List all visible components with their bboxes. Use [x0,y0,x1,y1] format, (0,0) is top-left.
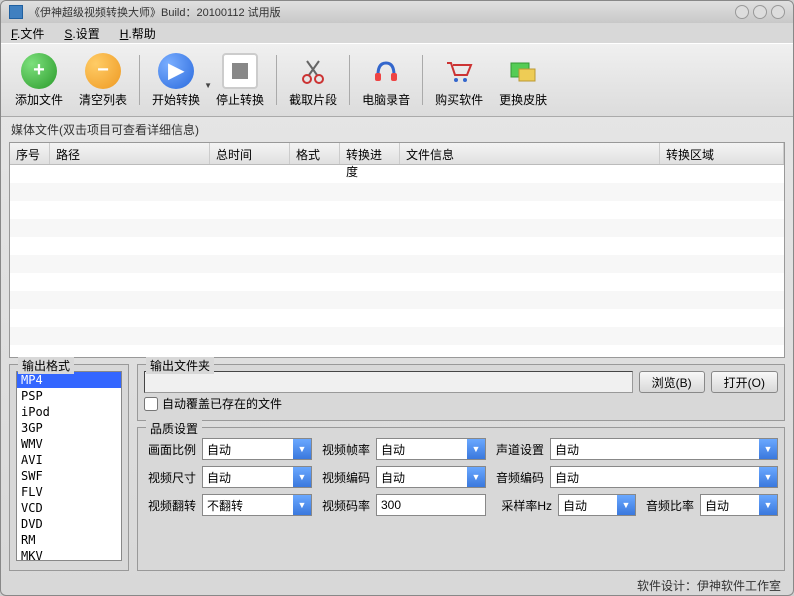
buy-button[interactable]: 购买软件 [431,51,487,110]
col-path[interactable]: 路径 [50,143,210,164]
chevron-down-icon: ▼ [759,467,777,487]
format-list[interactable]: MP4 PSP iPod 3GP WMV AVI SWF FLV VCD DVD… [16,371,122,561]
col-progress[interactable]: 转换进度 [340,143,400,164]
output-format-group: 输出格式 MP4 PSP iPod 3GP WMV AVI SWF FLV VC… [9,364,129,571]
format-item[interactable]: PSP [17,388,121,404]
scissors-icon [295,53,331,89]
play-icon: ▶ [158,53,194,89]
output-folder-group: 输出文件夹 浏览(B) 打开(O) 自动覆盖已存在的文件 [137,364,785,421]
window-title: 《伊神超级视频转换大师》Build：20100112 试用版 [29,4,735,20]
separator [276,55,277,105]
separator [139,55,140,105]
menu-file[interactable]: F.F.文件文件 [11,25,44,42]
samplerate-select[interactable]: 自动▼ [558,494,636,516]
headphone-icon [368,53,404,89]
chevron-down-icon[interactable]: ▼ [204,81,212,90]
titlebar: 《伊神超级视频转换大师》Build：20100112 试用版 [1,1,793,23]
col-duration[interactable]: 总时间 [210,143,290,164]
size-select[interactable]: 自动▼ [202,466,312,488]
chevron-down-icon: ▼ [293,467,311,487]
browse-button[interactable]: 浏览(B) [639,371,705,393]
col-region[interactable]: 转换区域 [660,143,784,164]
fps-select[interactable]: 自动▼ [376,438,486,460]
chevron-down-icon: ▼ [617,495,635,515]
skin-icon [505,53,541,89]
toolbar: + 添加文件 − 清空列表 ▶ 开始转换 ▼ 停止转换 截取片段 [1,43,793,117]
col-info[interactable]: 文件信息 [400,143,660,164]
chevron-down-icon: ▼ [293,495,311,515]
chevron-down-icon: ▼ [467,467,485,487]
format-item[interactable]: DVD [17,516,121,532]
chevron-down-icon: ▼ [467,439,485,459]
separator [422,55,423,105]
minus-icon: − [85,53,121,89]
format-item[interactable]: AVI [17,452,121,468]
plus-icon: + [21,53,57,89]
app-icon [9,5,23,19]
format-item[interactable]: 3GP [17,420,121,436]
media-files-label: 媒体文件(双击项目可查看详细信息) [1,117,793,142]
flip-select[interactable]: 不翻转▼ [202,494,312,516]
aspect-select[interactable]: 自动▼ [202,438,312,460]
media-table: 序号 路径 总时间 格式 转换进度 文件信息 转换区域 [9,142,785,358]
acodec-select[interactable]: 自动▼ [550,466,778,488]
format-item[interactable]: RM [17,532,121,548]
format-item[interactable]: MKV [17,548,121,561]
format-item-mp4[interactable]: MP4 [17,372,121,388]
record-button[interactable]: 电脑录音 [358,51,414,110]
menu-help[interactable]: H.帮助 [120,25,156,42]
clear-list-button[interactable]: − 清空列表 [75,51,131,110]
chevron-down-icon: ▼ [759,495,777,515]
quality-group: 品质设置 画面比例 自动▼ 视频帧率 自动▼ 声道设置 自动▼ 视频尺寸 自动▼… [137,427,785,571]
col-seq[interactable]: 序号 [10,143,50,164]
chevron-down-icon: ▼ [293,439,311,459]
close-button[interactable] [771,5,785,19]
format-item[interactable]: VCD [17,500,121,516]
chevron-down-icon: ▼ [759,439,777,459]
overwrite-checkbox[interactable] [144,397,158,411]
cart-icon [441,53,477,89]
maximize-button[interactable] [753,5,767,19]
minimize-button[interactable] [735,5,749,19]
menu-settings[interactable]: S.设置 [64,25,99,42]
vbitrate-input[interactable] [376,494,486,516]
format-item[interactable]: WMV [17,436,121,452]
separator [349,55,350,105]
format-item[interactable]: iPod [17,404,121,420]
table-header: 序号 路径 总时间 格式 转换进度 文件信息 转换区域 [10,143,784,165]
stop-icon [222,53,258,89]
add-file-button[interactable]: + 添加文件 [11,51,67,110]
format-item[interactable]: FLV [17,484,121,500]
abitrate-select[interactable]: 自动▼ [700,494,778,516]
stop-convert-button[interactable]: 停止转换 [212,51,268,110]
overwrite-label: 自动覆盖已存在的文件 [162,395,282,412]
output-path-field[interactable] [144,371,633,393]
col-format[interactable]: 格式 [290,143,340,164]
cut-clip-button[interactable]: 截取片段 [285,51,341,110]
format-item[interactable]: SWF [17,468,121,484]
menubar: F.F.文件文件 S.设置 H.帮助 [1,23,793,43]
start-convert-button[interactable]: ▶ 开始转换 ▼ [148,51,204,110]
table-body[interactable] [10,165,784,357]
vcodec-select[interactable]: 自动▼ [376,466,486,488]
footer-credit: 软件设计：伊神软件工作室 [1,577,793,595]
skin-button[interactable]: 更换皮肤 [495,51,551,110]
open-button[interactable]: 打开(O) [711,371,778,393]
channels-select[interactable]: 自动▼ [550,438,778,460]
